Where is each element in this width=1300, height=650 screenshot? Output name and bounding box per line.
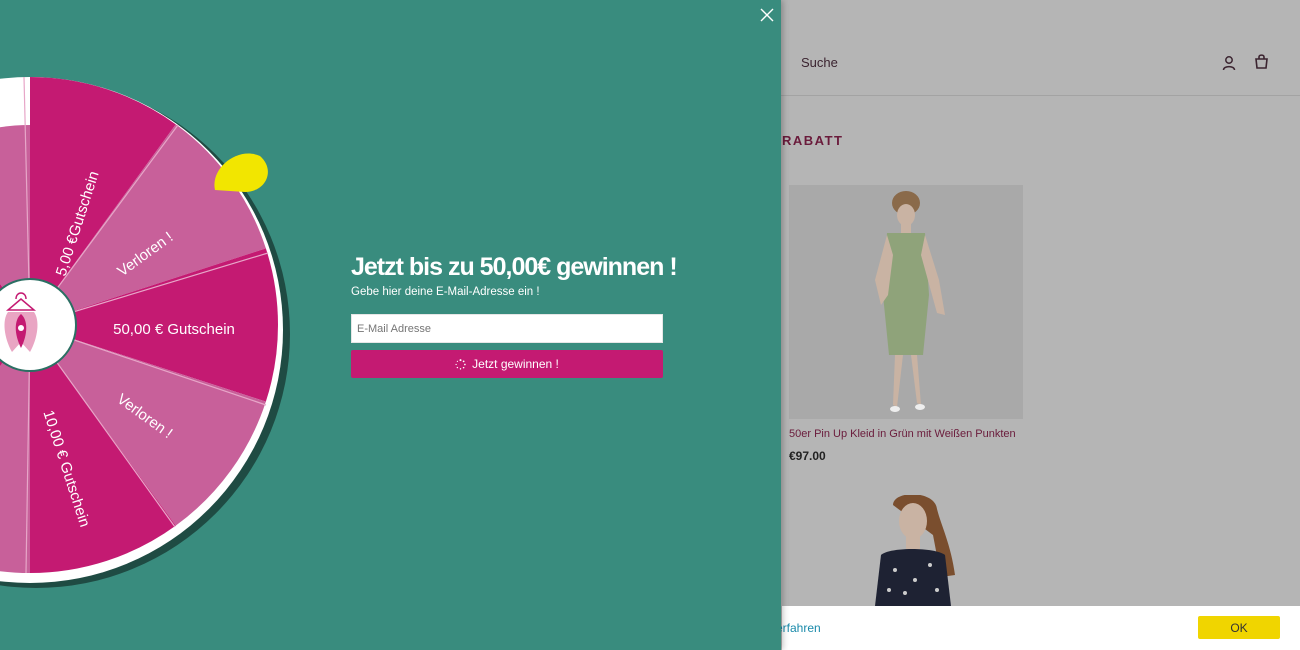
product-price: €97.00 [789, 449, 826, 463]
nav-item-search[interactable]: Suche [801, 55, 838, 70]
close-icon[interactable] [758, 6, 776, 24]
section-title: RABATT [782, 133, 844, 148]
popup-subline: Gebe hier deine E-Mail-Adresse ein ! [351, 286, 540, 298]
wheel-pointer-icon [214, 153, 268, 192]
submit-win-label: Jetzt gewinnen ! [472, 357, 559, 371]
cookie-learn-more-link[interactable]: erfahren [776, 621, 821, 635]
wheel-segment-label-3: 50,00 € Gutschein [113, 321, 235, 338]
spinner-icon [455, 358, 466, 370]
email-input[interactable] [351, 314, 663, 343]
prize-wheel[interactable]: 5,00 €Gutschein Verloren ! 50,00 € Gutsc… [0, 70, 290, 590]
account-icon[interactable] [1221, 55, 1237, 71]
cookie-ok-button[interactable]: OK [1198, 616, 1280, 639]
product-name[interactable]: 50er Pin Up Kleid in Grün mit Weißen Pun… [789, 428, 1016, 440]
submit-win-button[interactable]: Jetzt gewinnen ! [351, 350, 663, 378]
spin-wheel-popup: 5,00 €Gutschein Verloren ! 50,00 € Gutsc… [0, 0, 781, 650]
product-image[interactable] [789, 185, 1023, 419]
product-image-2[interactable] [855, 495, 965, 606]
popup-headline: Jetzt bis zu 50,00€ gewinnen ! [351, 253, 678, 281]
cart-icon[interactable] [1253, 53, 1270, 70]
